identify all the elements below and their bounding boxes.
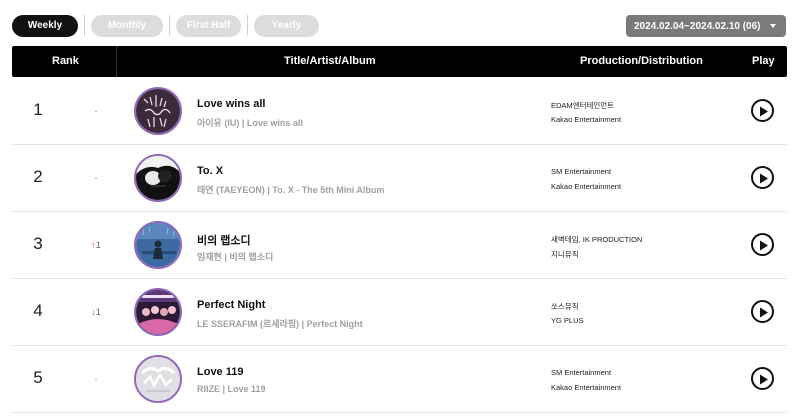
album-cover[interactable] bbox=[134, 87, 182, 135]
column-header-title: Title/Artist/Album bbox=[284, 55, 376, 67]
tab-first-half[interactable]: First Half bbox=[176, 14, 241, 37]
date-range-label: 2024.02.04~2024.02.10 (06) bbox=[634, 20, 761, 32]
album-cover[interactable] bbox=[134, 221, 182, 269]
play-icon bbox=[760, 106, 768, 116]
love-wins-all-cover-icon bbox=[136, 89, 180, 133]
table-header: Rank Title/Artist/Album Production/Distr… bbox=[12, 46, 787, 77]
rank-change-value: 1 bbox=[95, 307, 101, 317]
production-company: EDAM엔터테인먼트 bbox=[551, 101, 615, 110]
rank-number: 2 bbox=[33, 167, 43, 186]
song-title[interactable]: 비의 랩소디 bbox=[197, 232, 251, 248]
distribution-company: Kakao Entertainment bbox=[551, 115, 622, 124]
column-header-rank: Rank bbox=[52, 55, 79, 67]
date-range-select[interactable]: 2024.02.04~2024.02.10 (06) bbox=[626, 15, 786, 37]
artist-album[interactable]: LE SSERAFIM (르세라핌) | Perfect Night bbox=[197, 317, 363, 330]
tab-weekly[interactable]: Weekly bbox=[12, 14, 78, 37]
production-company: 새벽테임, IK PRODUCTION bbox=[551, 235, 643, 244]
album-cover[interactable] bbox=[134, 288, 182, 336]
artist-album[interactable]: 임재현 | 비의 랩소디 bbox=[197, 250, 273, 263]
table-row[interactable]: 5 - Love 119 RIIZE | Love 119 SM Enterta… bbox=[12, 346, 787, 413]
play-icon bbox=[760, 173, 768, 183]
artist-album[interactable]: RIIZE | Love 119 bbox=[197, 384, 266, 394]
production-company: SM Entertainment bbox=[551, 368, 612, 377]
header-divider bbox=[116, 46, 117, 77]
distribution-company: Kakao Entertainment bbox=[551, 182, 622, 191]
rank-change-value: - bbox=[94, 106, 98, 116]
rank-change-value: - bbox=[94, 173, 98, 183]
rank-change: - bbox=[84, 374, 108, 384]
rank-change-value: 1 bbox=[95, 240, 101, 250]
column-header-production: Production/Distribution bbox=[580, 55, 703, 67]
tab-divider bbox=[84, 15, 85, 36]
song-title[interactable]: To. X bbox=[197, 165, 223, 177]
period-tabs: Weekly Monthly First Half Yearly bbox=[12, 14, 319, 37]
tab-divider bbox=[247, 15, 248, 36]
production-company: SM Entertainment bbox=[551, 167, 612, 176]
distribution-company: Kakao Entertainment bbox=[551, 383, 622, 392]
album-cover[interactable] bbox=[134, 154, 182, 202]
distribution-company: YG PLUS bbox=[551, 316, 584, 325]
song-title[interactable]: Perfect Night bbox=[197, 299, 265, 311]
rank-change: ↑1 bbox=[84, 240, 108, 250]
play-icon bbox=[760, 374, 768, 384]
play-button[interactable] bbox=[751, 300, 774, 323]
column-header-play: Play bbox=[752, 55, 775, 67]
distribution-company: 지니뮤직 bbox=[551, 250, 579, 259]
play-button[interactable] bbox=[751, 233, 774, 256]
tab-yearly[interactable]: Yearly bbox=[254, 14, 319, 37]
table-row[interactable]: 4 ↓1 Perfect Night LE SSERAFIM (르세라핌) | … bbox=[12, 279, 787, 346]
chevron-down-icon bbox=[770, 24, 776, 28]
song-title[interactable]: Love wins all bbox=[197, 98, 265, 110]
song-title[interactable]: Love 119 bbox=[197, 366, 243, 378]
rank-number: 1 bbox=[33, 100, 43, 119]
rank-number: 3 bbox=[33, 234, 43, 253]
artist-album[interactable]: 태연 (TAEYEON) | To. X - The 5th Mini Albu… bbox=[197, 183, 384, 196]
rank-change: - bbox=[84, 106, 108, 116]
play-button[interactable] bbox=[751, 166, 774, 189]
table-row[interactable]: 1 - Love wins all 아이유 (IU) | Love wins a… bbox=[12, 78, 787, 145]
production-company: 쏘스뮤직 bbox=[551, 302, 579, 311]
play-icon bbox=[760, 240, 768, 250]
tab-divider bbox=[169, 15, 170, 36]
table-row[interactable]: 2 - To. X 태연 (TAEYEON) | To. X - The 5th… bbox=[12, 145, 787, 212]
artist-album[interactable]: 아이유 (IU) | Love wins all bbox=[197, 116, 303, 129]
love-119-cover-icon bbox=[136, 357, 180, 401]
perfect-night-cover-icon bbox=[136, 290, 180, 334]
rank-change-value: - bbox=[94, 374, 98, 384]
tab-monthly[interactable]: Monthly bbox=[91, 14, 163, 37]
album-cover[interactable] bbox=[134, 355, 182, 403]
rank-number: 5 bbox=[33, 368, 43, 387]
play-button[interactable] bbox=[751, 367, 774, 390]
rank-number: 4 bbox=[33, 301, 43, 320]
play-button[interactable] bbox=[751, 99, 774, 122]
play-icon bbox=[760, 307, 768, 317]
rain-rhapsody-cover-icon bbox=[136, 223, 180, 267]
rank-change: - bbox=[84, 173, 108, 183]
to-x-cover-icon bbox=[136, 156, 180, 200]
table-row[interactable]: 3 ↑1 비의 랩소디 임재현 | 비의 랩소디 새벽테임, IK PRODUC… bbox=[12, 212, 787, 279]
rank-change: ↓1 bbox=[84, 307, 108, 317]
